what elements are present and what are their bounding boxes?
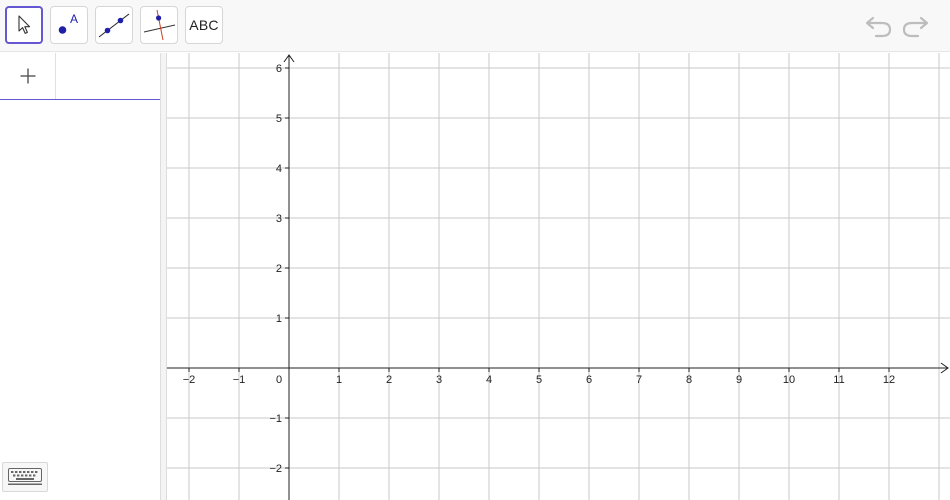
redo-button[interactable] [900,12,930,40]
y-tick-label: 6 [276,63,282,75]
algebra-view [0,53,160,500]
cursor-arrow-icon [18,15,31,34]
axes [167,54,949,500]
x-tick-label: 3 [436,374,442,386]
geogebra-app: A ABC −2 −1 0 1 2 3 4 5 6 7 8 9 10 11 12… [0,0,950,500]
algebra-input-row[interactable] [0,53,160,100]
panel-resize-handle[interactable] [160,53,167,500]
keyboard-icon [8,468,42,485]
undo-button[interactable] [864,12,894,40]
grid-lines [167,53,950,500]
y-tick-label: 2 [276,263,282,275]
x-tick-label: 11 [833,374,844,386]
redo-icon [902,16,929,38]
y-tick-label: −1 [269,413,282,425]
undo-icon [865,16,892,38]
point-icon: A [58,12,78,34]
line-tool-button[interactable] [95,6,133,44]
graphics-view[interactable]: −2 −1 0 1 2 3 4 5 6 7 8 9 10 11 12 6 5 4 3 2 1 −1 −2 [167,53,950,500]
perpendicular-tool-button[interactable] [140,6,178,44]
x-tick-label: −2 [183,374,196,386]
x-tick-label: 8 [686,374,692,386]
y-tick-label: 1 [276,313,282,325]
toolbar: A ABC [0,0,950,52]
x-tick-label: 2 [386,374,392,386]
point-tool-button[interactable]: A [50,6,88,44]
x-tick-label: 5 [536,374,542,386]
y-tick-label: 5 [276,113,282,125]
x-tick-label: 0 [276,374,282,386]
y-tick-label: 4 [276,163,282,175]
x-tick-label: 1 [336,374,342,386]
x-tick-label: 6 [586,374,592,386]
x-tick-label: 7 [636,374,642,386]
x-tick-label: 9 [736,374,742,386]
text-tool-label: ABC [189,17,219,33]
perpendicular-line-icon [143,9,176,41]
point-tool-label: A [70,12,78,26]
keyboard-toggle-button[interactable] [2,462,48,492]
move-tool-button[interactable] [5,6,43,44]
x-tick-label: −1 [233,374,246,386]
coordinate-grid[interactable]: −2 −1 0 1 2 3 4 5 6 7 8 9 10 11 12654321−1−2 [167,53,950,500]
y-tick-label: 3 [276,213,282,225]
x-tick-label: 10 [783,374,795,386]
line-through-points-icon [98,13,130,38]
add-item-button[interactable] [0,53,56,99]
x-tick-label: 12 [883,374,895,386]
y-tick-label: −2 [269,463,282,475]
text-tool-button[interactable]: ABC [185,6,223,44]
plus-icon [20,68,35,84]
x-tick-label: 4 [486,374,492,386]
